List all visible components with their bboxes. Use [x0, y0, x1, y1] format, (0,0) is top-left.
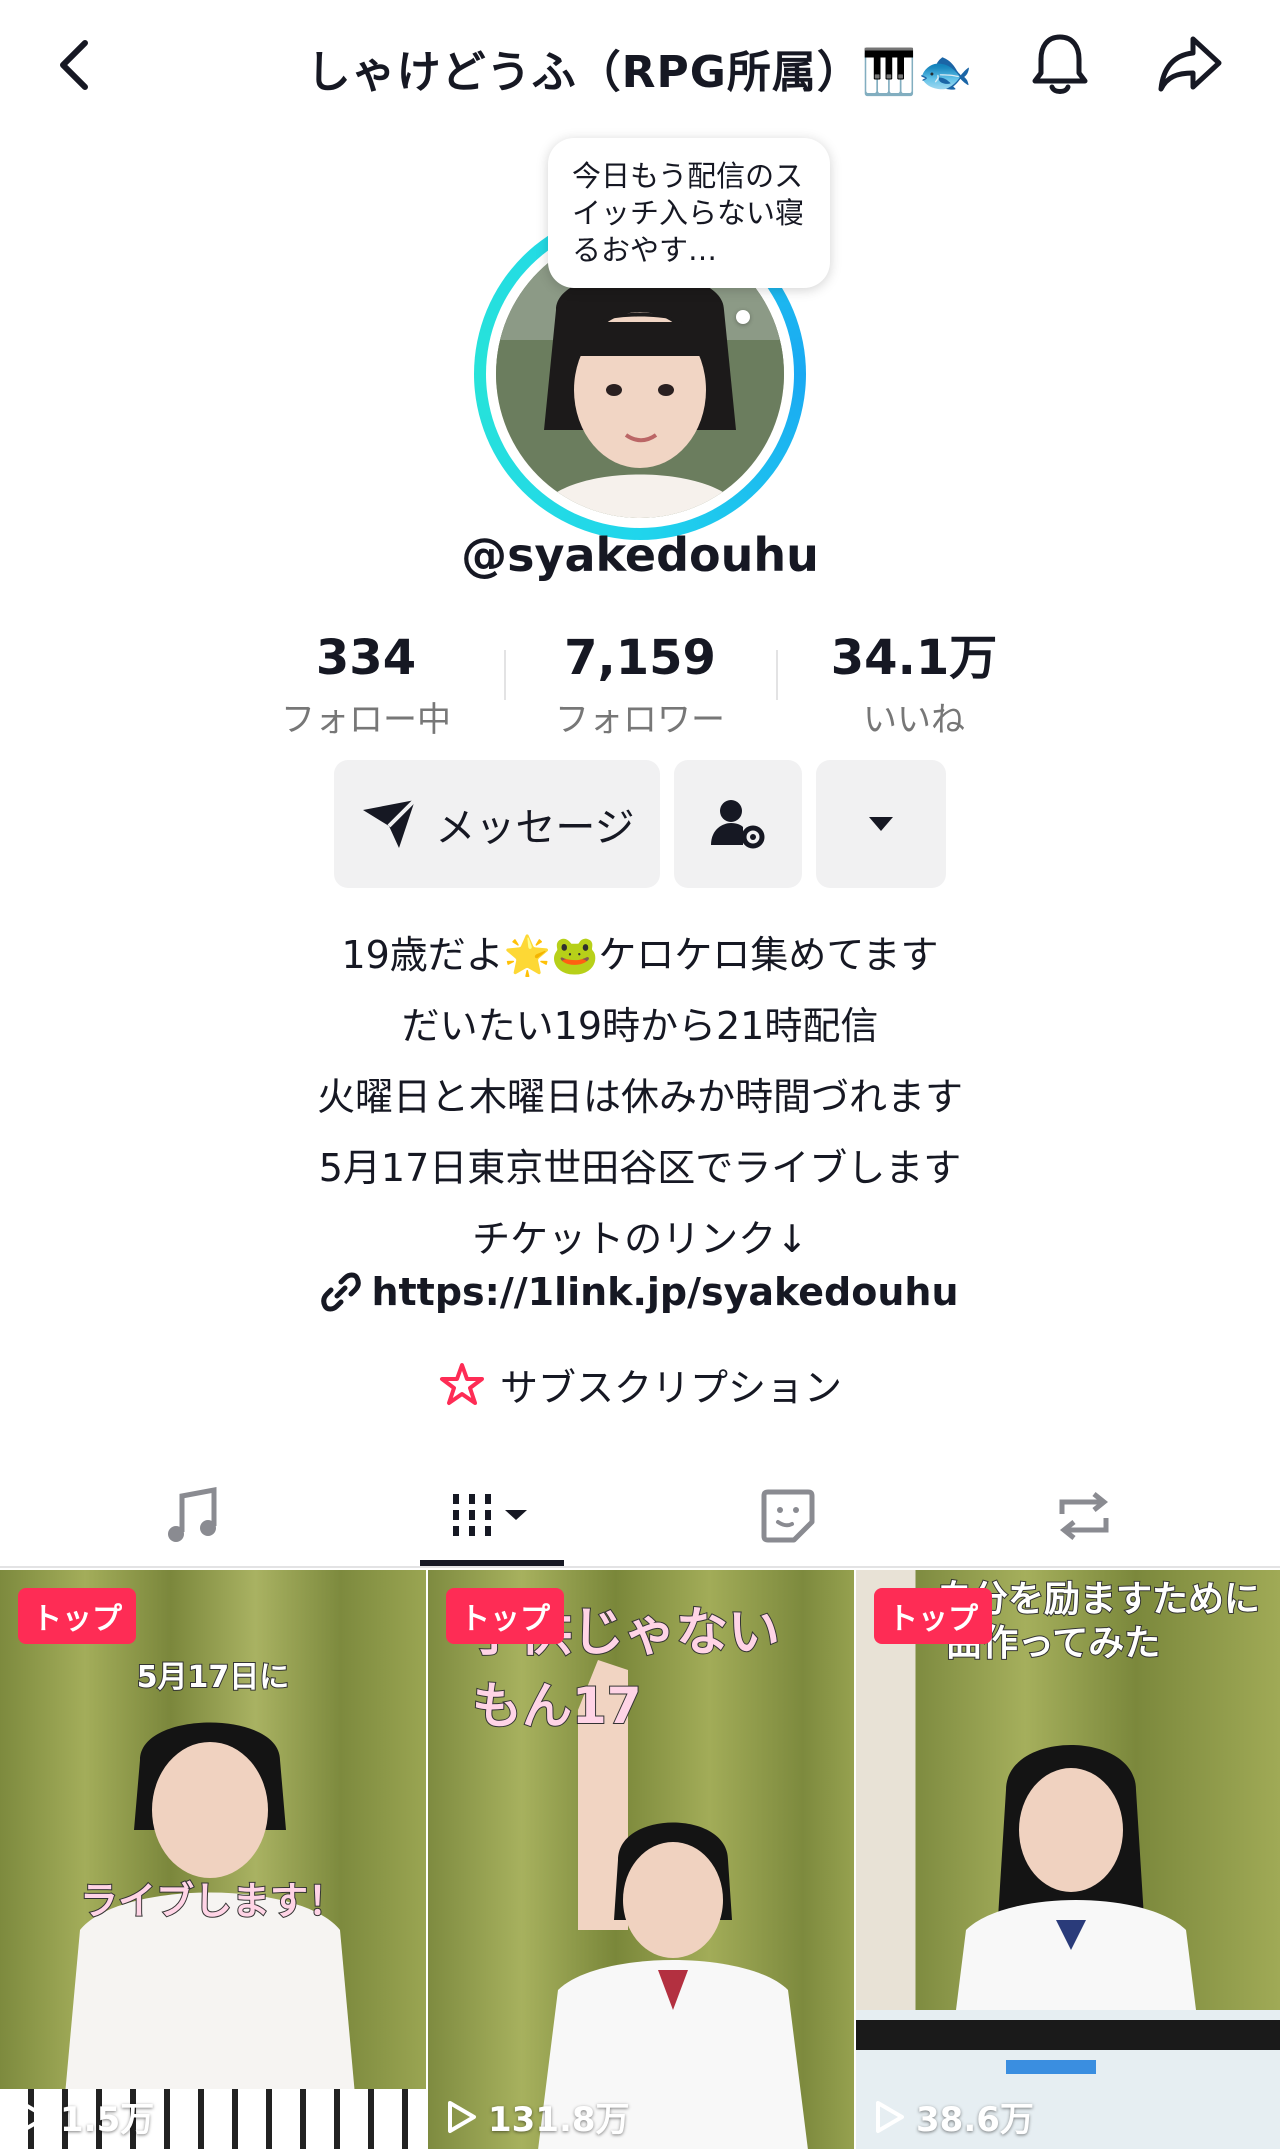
bell-icon: [1032, 34, 1088, 94]
user-settings-icon: [711, 800, 765, 849]
music-icon: [168, 1486, 217, 1542]
message-label: メッセージ: [435, 805, 635, 851]
followers-stat[interactable]: 7,159 フォロワー: [520, 628, 760, 741]
video-tile[interactable]: 子供じゃない もん17 トップ 131.8万: [428, 1570, 854, 2149]
bio-link[interactable]: https://1link.jp/syakedouhu: [0, 1270, 1280, 1314]
bio-line: 5月17日東京世田谷区でライブします: [318, 1146, 962, 1190]
view-count: 38.6万: [874, 2092, 1034, 2141]
username: @syakedouhu: [461, 528, 819, 582]
bio-line: 火曜日と木曜日は休みか時間づれます: [316, 1075, 963, 1119]
following-count: 334: [315, 630, 417, 686]
share-button[interactable]: [1150, 26, 1230, 102]
view-count-text: 38.6万: [916, 2100, 1034, 2140]
status-bubble[interactable]: 今日もう配信のスイッチ入らない寝るおやす…: [548, 138, 830, 288]
video-tile[interactable]: 5月17日に ライブします！ トップ 1.5万: [0, 1570, 426, 2149]
likes-label: いいね: [863, 700, 965, 740]
view-count-text: 1.5万: [60, 2100, 155, 2140]
following-stat[interactable]: 334 フォロー中: [246, 628, 486, 741]
likes-stat[interactable]: 34.1万 いいね: [794, 628, 1034, 741]
share-icon: [1158, 36, 1222, 92]
subscription-label: サブスクリプション: [499, 1366, 842, 1410]
tab-videos[interactable]: [420, 1470, 564, 1562]
following-label: フォロー中: [281, 700, 451, 740]
link-icon: [321, 1272, 362, 1312]
video-caption-mid: ライブします！: [79, 1878, 347, 1924]
likes-count: 34.1万: [830, 630, 998, 686]
caret-down-icon: [869, 817, 893, 831]
subscription-star-icon: [439, 1362, 484, 1405]
play-icon: [20, 2100, 48, 2133]
tab-divider: [0, 1566, 1280, 1568]
follow-settings-button[interactable]: [674, 760, 802, 888]
grid-icon: [453, 1494, 527, 1536]
send-icon: [363, 798, 417, 848]
video-caption-mid: もん17: [471, 1676, 643, 1736]
bio-line: チケットのリンク↓: [472, 1217, 808, 1261]
followers-label: フォロワー: [555, 700, 725, 740]
subscription-link[interactable]: サブスクリプション: [0, 1357, 1280, 1412]
more-dropdown-button[interactable]: [816, 760, 946, 888]
view-count-text: 131.8万: [488, 2100, 630, 2140]
sticker-icon: [761, 1489, 815, 1543]
pinned-badge: トップ: [446, 1588, 564, 1644]
video-tile[interactable]: 自分を励ますために 曲作ってみた トップ 38.6万: [856, 1570, 1280, 2149]
bio-line: だいたい19時から21時配信: [401, 1004, 879, 1048]
video-caption-top: 5月17日に: [136, 1659, 291, 1696]
bubble-tail-dot: [736, 310, 750, 324]
bio-line: 19歳だよ🌟🐸ケロケロ集めてます: [341, 933, 939, 977]
bio: 19歳だよ🌟🐸ケロケロ集めてます だいたい19時から21時配信 火曜日と木曜日は…: [0, 920, 1280, 1275]
notification-button[interactable]: [1022, 26, 1098, 102]
view-count: 131.8万: [446, 2092, 630, 2141]
pinned-badge: トップ: [18, 1588, 136, 1644]
link-text: https://1link.jp/syakedouhu: [371, 1270, 959, 1314]
repost-icon: [1059, 1492, 1109, 1540]
play-icon: [448, 2100, 476, 2133]
tab-music[interactable]: [140, 1470, 244, 1562]
view-count: 1.5万: [18, 2092, 154, 2141]
message-button[interactable]: メッセージ: [334, 760, 660, 888]
tab-reposts[interactable]: [1032, 1470, 1136, 1562]
play-icon: [876, 2100, 904, 2133]
tab-favorites[interactable]: [736, 1470, 840, 1562]
stat-divider: [504, 650, 506, 700]
pinned-badge: トップ: [874, 1588, 992, 1644]
stat-divider: [776, 650, 778, 700]
followers-count: 7,159: [564, 630, 716, 686]
